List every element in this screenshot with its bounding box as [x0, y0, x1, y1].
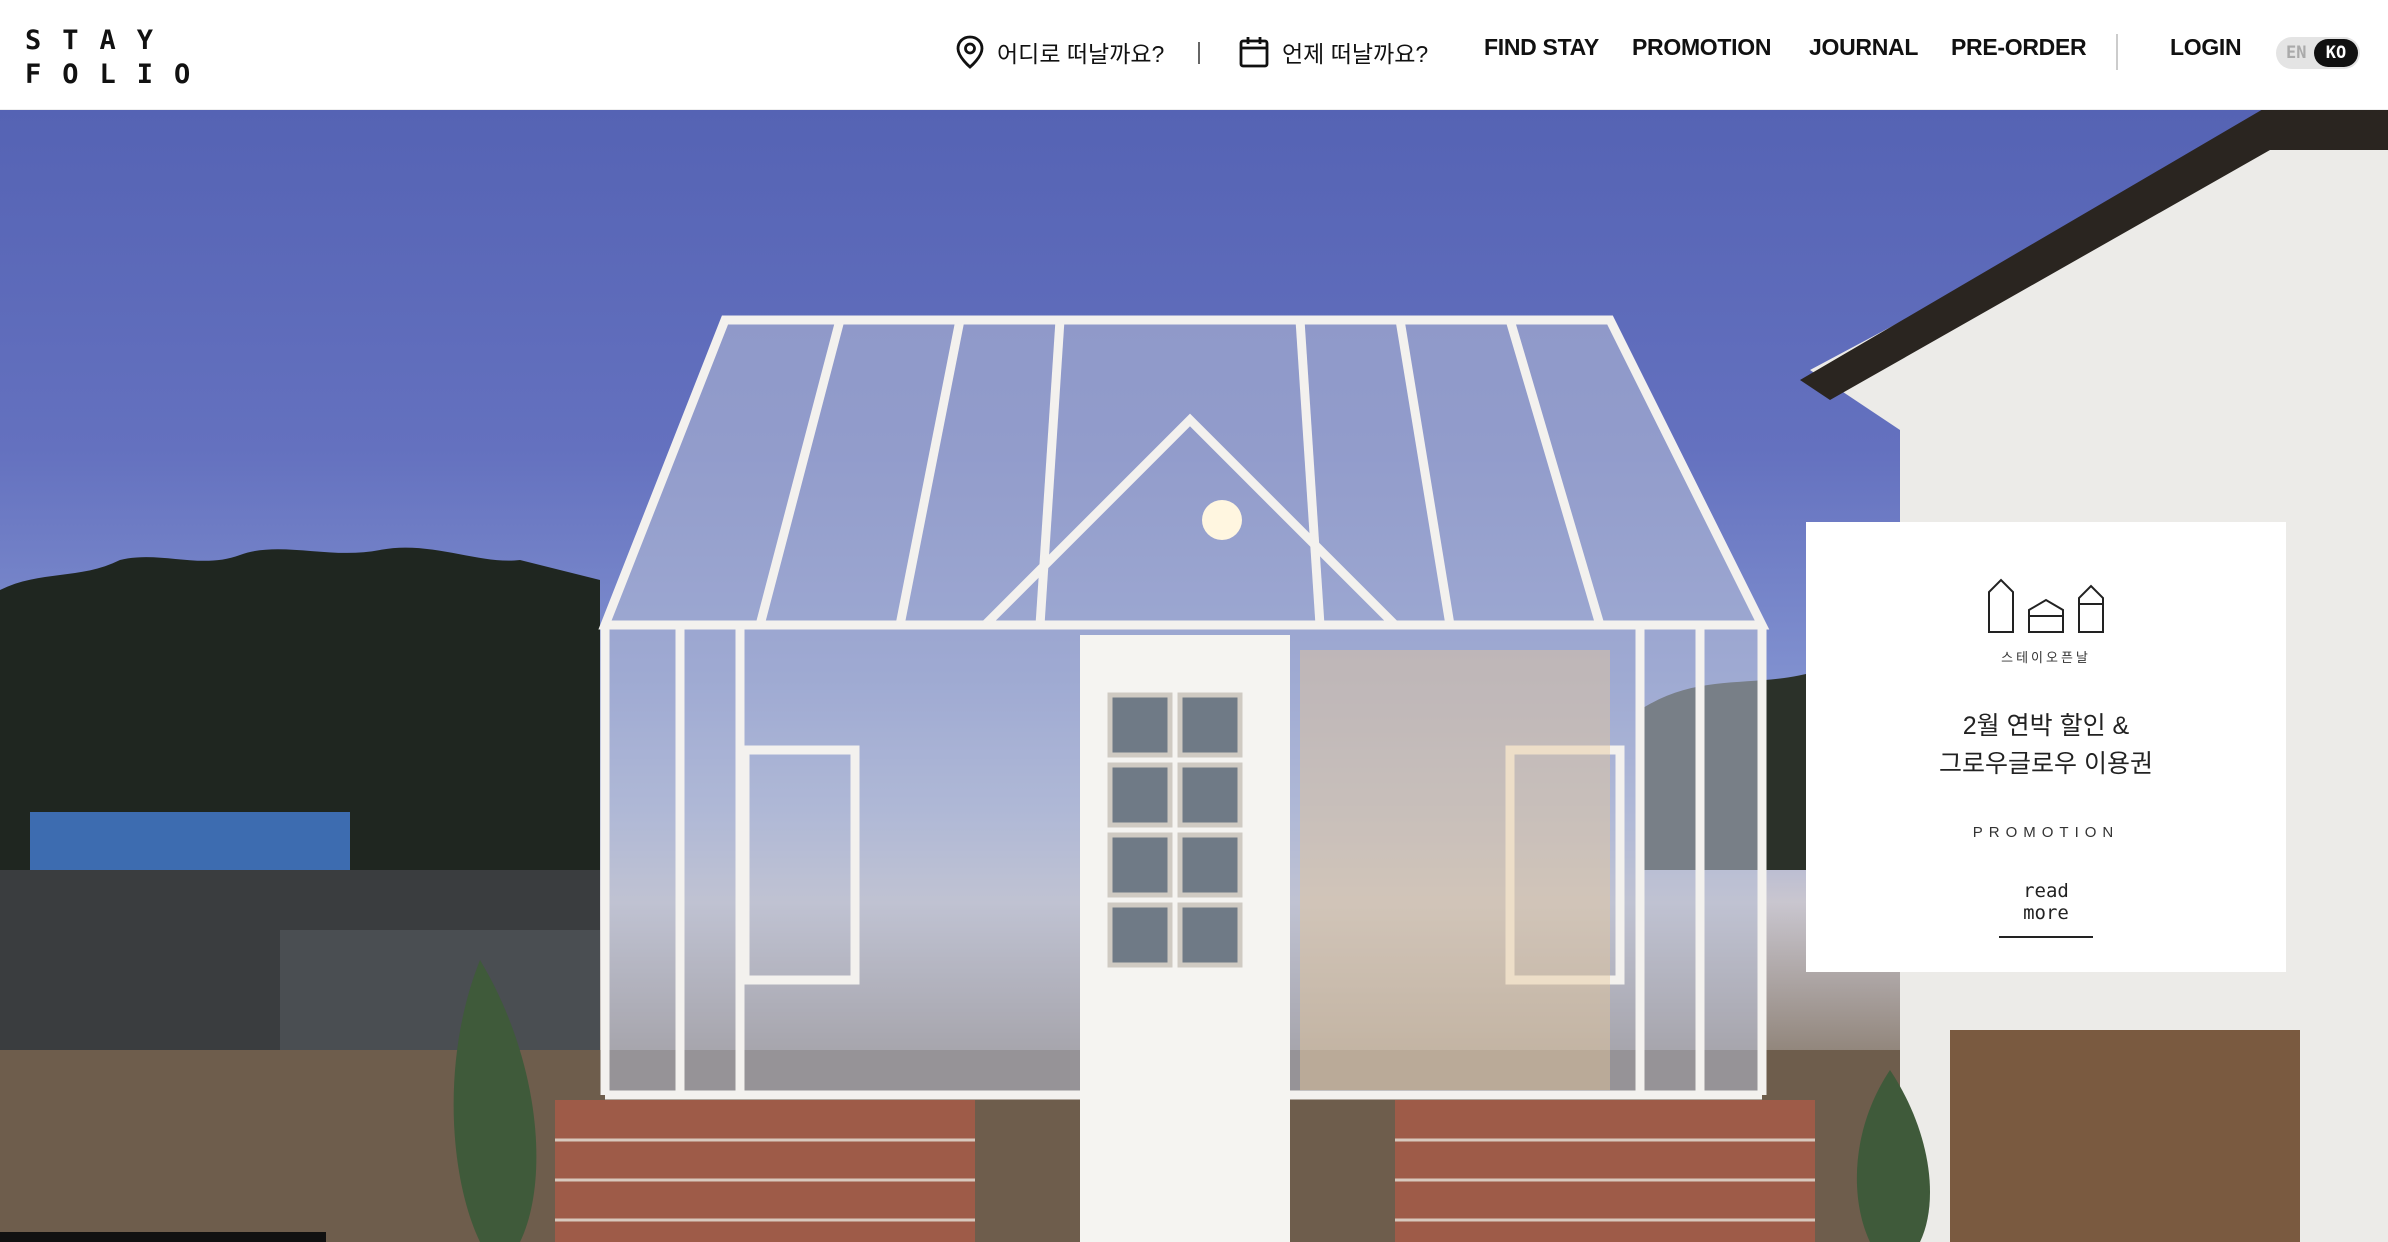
calendar-icon — [1239, 37, 1269, 68]
promotion-card[interactable]: 스테이오픈날 2월 연박 할인 & 그로우글로우 이용권 PROMOTION r… — [1806, 522, 2286, 972]
nav-find-stay[interactable]: FIND STAY — [1484, 34, 1599, 61]
login-link[interactable]: LOGIN — [2170, 34, 2242, 61]
location-pin-icon — [956, 35, 984, 69]
lang-ko[interactable]: KO — [2314, 39, 2358, 67]
promo-brand: 스테이오픈날 — [2001, 650, 2091, 665]
promo-title: 2월 연박 할인 & 그로우글로우 이용권 — [1806, 707, 2286, 783]
site-header: STAY FOLIO 어디로 떠날까요? 언제 떠날까요? FIND STAY … — [0, 0, 2388, 110]
bottom-bar — [0, 1232, 326, 1242]
nav-journal[interactable]: JOURNAL — [1809, 34, 1918, 61]
where-label: 어디로 떠날까요? — [997, 41, 1165, 67]
logo-line-2: FOLIO — [25, 59, 212, 90]
logo[interactable]: STAY FOLIO — [25, 24, 212, 92]
lang-en[interactable]: EN — [2286, 43, 2306, 63]
nav-promotion[interactable]: PROMOTION — [1632, 34, 1771, 61]
search-divider — [1198, 42, 1200, 64]
language-toggle[interactable]: EN KO — [2276, 37, 2360, 69]
nav-pre-order[interactable]: PRE-ORDER — [1951, 34, 2087, 61]
when-label: 언제 떠날까요? — [1282, 41, 1429, 67]
promo-title-line-1: 2월 연박 할인 & — [1962, 712, 2130, 740]
nav-divider — [2116, 34, 2118, 70]
promo-title-line-2: 그로우글로우 이용권 — [1939, 750, 2153, 778]
promo-category: PROMOTION — [1972, 824, 2120, 841]
read-more-link[interactable]: read more — [1999, 880, 2093, 938]
when-search[interactable]: 언제 떠날까요? — [1238, 30, 1428, 74]
houses-icon — [1988, 578, 2104, 633]
where-search[interactable]: 어디로 떠날까요? — [955, 30, 1164, 74]
logo-line-1: STAY — [25, 25, 175, 56]
